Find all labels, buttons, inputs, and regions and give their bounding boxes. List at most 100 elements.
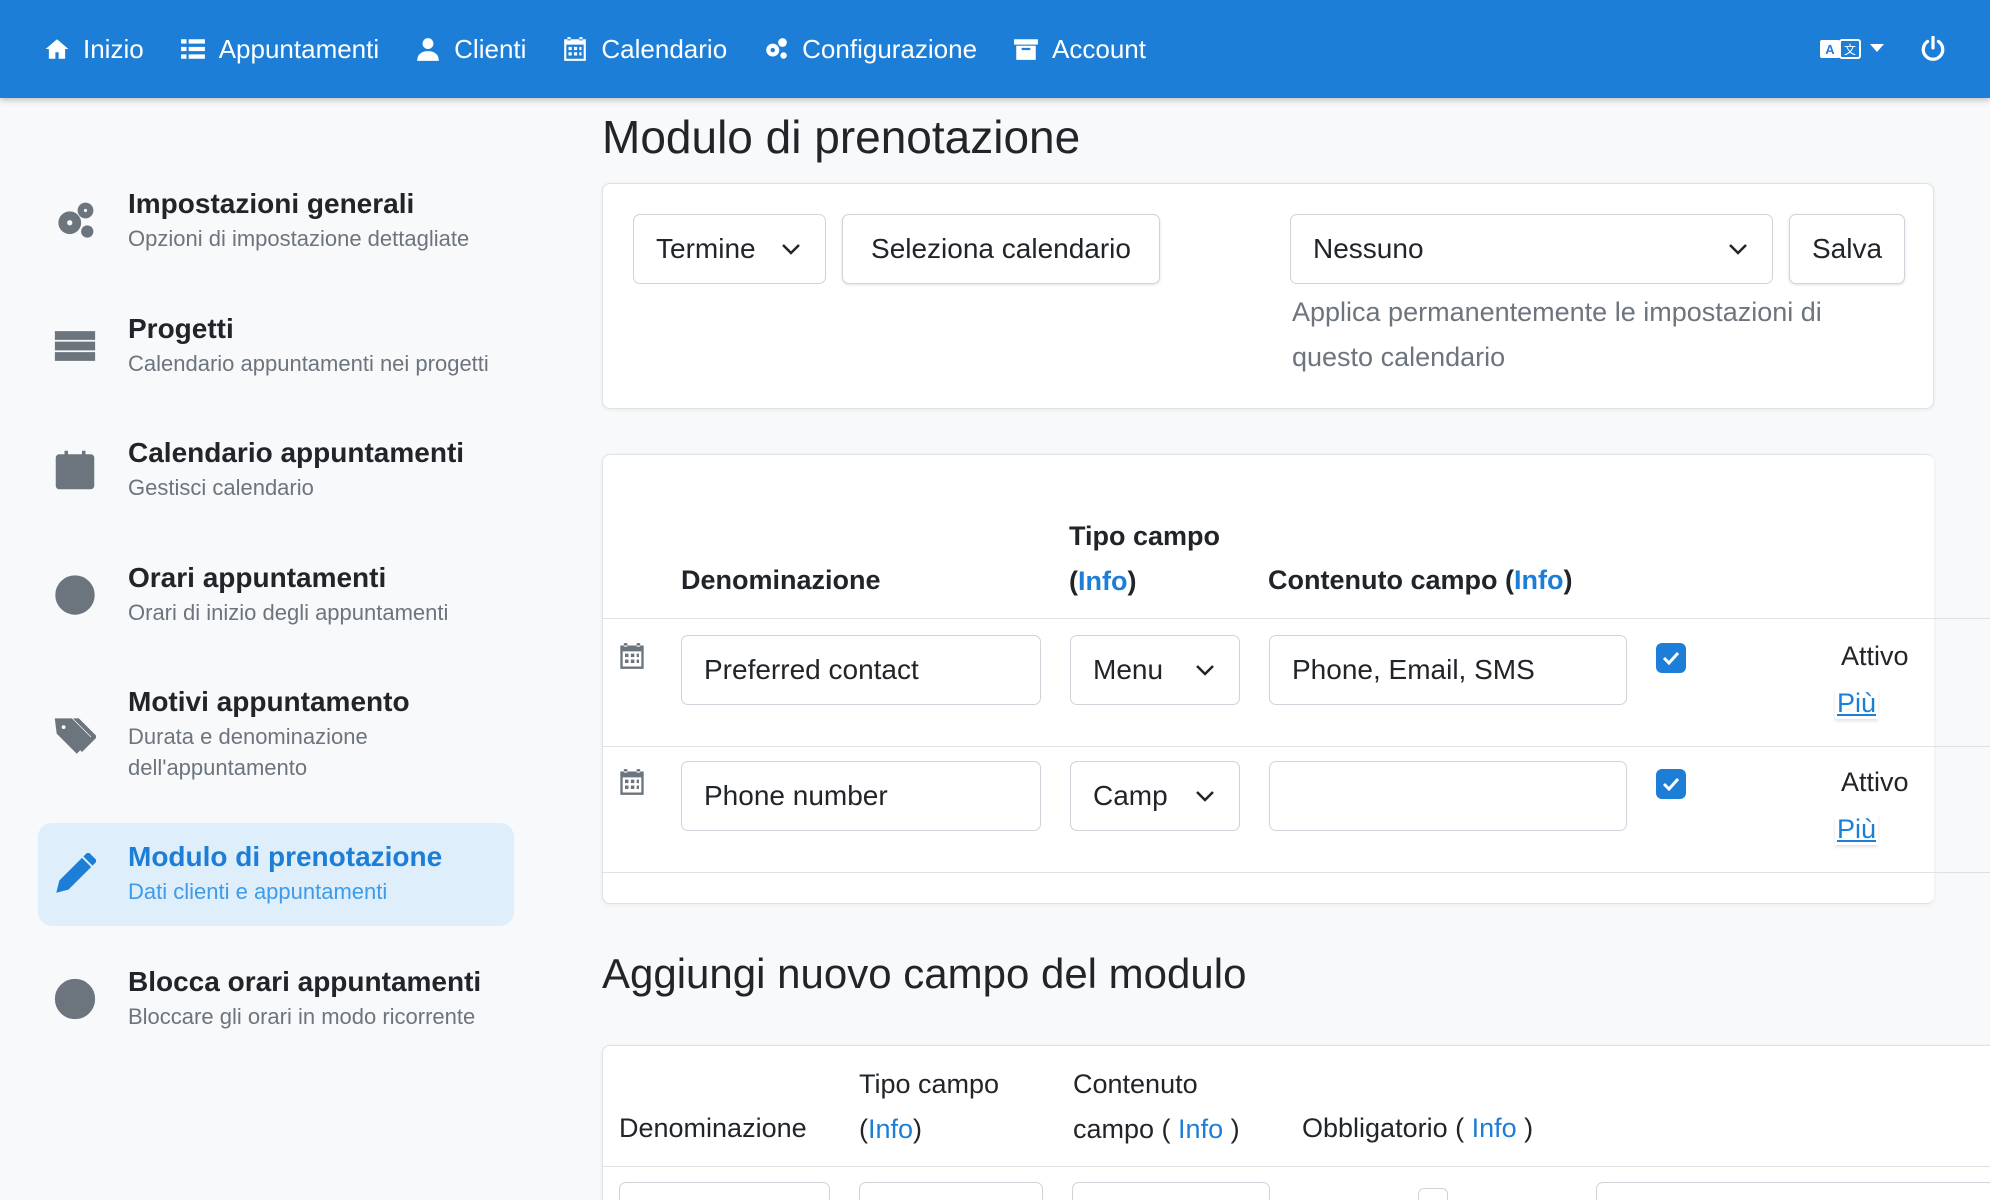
termine-select[interactable]: Termine [633, 214, 826, 284]
nav-home[interactable]: Inizio [44, 34, 144, 65]
more-link[interactable]: Più [1835, 814, 1879, 845]
save-button-label: Salva [1811, 233, 1883, 264]
field-content-input[interactable]: Phone, Email, SMS [1269, 635, 1627, 705]
sidebar-item-general-settings[interactable]: Impostazioni generali Opzioni di imposta… [38, 170, 514, 273]
field-type-select[interactable]: Menu [1070, 635, 1240, 705]
new-field-extra-input[interactable] [1596, 1182, 1990, 1200]
new-field-content-input[interactable] [1072, 1182, 1270, 1200]
add-field-card [602, 1045, 1990, 1200]
add-field-section-title: Aggiungi nuovo campo del modulo [602, 950, 1247, 997]
sidebar-item-subtitle: Opzioni di impostazione dettagliate [128, 226, 470, 252]
add-header-type: Tipo campo (Info) [859, 1069, 1000, 1144]
settings-sidebar: Impostazioni generali Opzioni di imposta… [38, 170, 514, 1072]
calendar-select[interactable]: Nessuno [1290, 214, 1773, 284]
caret-down-icon [1870, 44, 1884, 52]
nav-home-label: Inizio [83, 33, 144, 64]
field-type-value: Camp [1093, 780, 1168, 811]
page-title: Modulo di prenotazione [602, 111, 1081, 163]
table-divider [603, 872, 1990, 873]
termine-select-value: Termine [656, 233, 756, 264]
sidebar-item-appointment-calendar[interactable]: Calendario appuntamenti Gestisci calenda… [38, 419, 514, 522]
sidebar-item-subtitle: Bloccare gli orari in modo ricorrente [128, 1003, 476, 1029]
gears-icon [766, 38, 787, 59]
field-name-input[interactable]: Phone number [681, 761, 1041, 831]
add-type-info-link[interactable]: Info [868, 1114, 913, 1144]
header-name: Denominazione [681, 565, 881, 595]
chevron-down-icon [782, 244, 800, 255]
nav-appointments-label: Appuntamenti [218, 33, 380, 64]
sidebar-item-subtitle: Durata e denominazione dell'appuntamento [128, 724, 368, 780]
table-divider [603, 746, 1990, 747]
nav-clients[interactable]: Clienti [415, 34, 526, 65]
content-info-link[interactable]: Info [1514, 565, 1563, 595]
add-required-info-link[interactable]: Info [1472, 1113, 1517, 1143]
status-label: Attivo [1841, 641, 1909, 671]
new-field-type-select[interactable] [859, 1182, 1043, 1200]
add-header-required: Obbligatorio ( Info ) [1302, 1113, 1534, 1143]
calendar-help-text: Applica permanentemente le impostazioni … [1292, 297, 1822, 372]
sidebar-item-title: Motivi appuntamento [128, 686, 410, 718]
user-icon [417, 38, 439, 61]
field-type-value: Menu [1093, 654, 1164, 685]
field-name-input[interactable]: Preferred contact [681, 635, 1041, 705]
calendar-icon [618, 642, 646, 670]
sidebar-item-title: Progetti [128, 312, 234, 344]
gears-icon [54, 200, 96, 242]
nav-calendar-label: Calendario [601, 33, 728, 64]
sidebar-item-title: Blocca orari appuntamenti [128, 965, 482, 997]
nav-appointments[interactable]: Appuntamenti [180, 34, 379, 65]
svg-text:文: 文 [1844, 42, 1856, 57]
sidebar-item-appointment-reasons[interactable]: Motivi appuntamento Durata e denominazio… [38, 668, 514, 801]
sidebar-item-block-times[interactable]: Blocca orari appuntamenti Bloccare gli o… [38, 948, 514, 1051]
field-type-select[interactable]: Camp [1070, 761, 1240, 831]
nav-account-label: Account [1052, 33, 1146, 64]
new-field-name-input[interactable] [619, 1182, 830, 1200]
calendar-icon [618, 768, 646, 796]
add-content-info-link[interactable]: Info [1178, 1114, 1223, 1144]
save-button[interactable]: Salva [1789, 214, 1905, 284]
header-content-label: Contenuto campo [1268, 565, 1498, 595]
new-field-required-checkbox[interactable] [1418, 1188, 1448, 1200]
power-icon[interactable] [1920, 36, 1946, 62]
header-type-label: Tipo campo [1069, 521, 1221, 551]
chevron-down-icon [1729, 244, 1747, 255]
nav-configuration-label: Configurazione [802, 33, 978, 64]
add-header-content: Contenuto campo ( Info ) [1073, 1069, 1240, 1144]
sidebar-item-title: Impostazioni generali [128, 188, 415, 219]
calendar-icon [564, 37, 587, 61]
calendar-select-value: Nessuno [1313, 233, 1424, 264]
nav-configuration[interactable]: Configurazione [763, 34, 977, 65]
active-checkbox[interactable] [1656, 769, 1686, 799]
status-label: Attivo [1841, 767, 1909, 797]
chevron-down-icon [1196, 791, 1214, 802]
top-navbar: Inizio Appuntamenti Clienti Calendario C… [0, 0, 1990, 98]
language-icon: A文 [1820, 39, 1861, 59]
select-calendar-button[interactable]: Seleziona calendario [842, 214, 1160, 284]
svg-text:A: A [1825, 42, 1835, 57]
select-calendar-label: Seleziona calendario [871, 233, 1131, 264]
type-info-link[interactable]: Info [1078, 566, 1127, 596]
nav-account[interactable]: Account [1013, 34, 1146, 65]
field-content-input[interactable] [1269, 761, 1627, 831]
language-dropdown[interactable]: A文 [1820, 38, 1884, 60]
sidebar-item-appointment-times[interactable]: Orari appuntamenti Orari di inizio degli… [38, 544, 514, 647]
more-link[interactable]: Più [1835, 688, 1879, 719]
sidebar-item-title: Calendario appuntamenti [128, 437, 465, 469]
table-divider [603, 1166, 1990, 1167]
sidebar-item-subtitle: Orari di inizio degli appuntamenti [128, 599, 449, 625]
sidebar-item-title: Modulo di prenotazione [128, 841, 443, 873]
server-icon [54, 325, 96, 367]
sidebar-item-booking-form[interactable]: Modulo di prenotazione Dati clienti e ap… [38, 823, 514, 926]
nav-calendar[interactable]: Calendario [562, 34, 727, 65]
nav-clients-label: Clienti [454, 33, 527, 64]
sidebar-item-projects[interactable]: Progetti Calendario appuntamenti nei pro… [38, 295, 514, 398]
check-icon [1662, 651, 1680, 665]
check-icon [1662, 777, 1680, 791]
add-header-required-label: Obbligatorio [1302, 1113, 1448, 1143]
table-divider [603, 618, 1990, 619]
calendar-icon [54, 449, 96, 491]
clock-icon [54, 574, 96, 616]
active-checkbox[interactable] [1656, 643, 1686, 673]
home-icon [45, 39, 69, 59]
add-header-name: Denominazione [619, 1113, 807, 1143]
